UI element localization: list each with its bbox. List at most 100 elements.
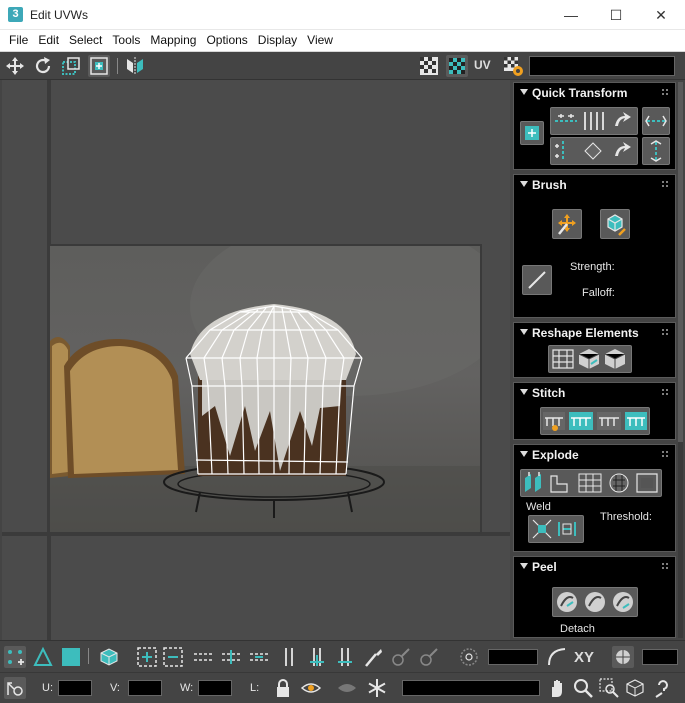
menu-options[interactable]: Options xyxy=(201,30,252,51)
v-field[interactable] xyxy=(128,680,162,696)
falloff-type-icon[interactable] xyxy=(546,646,568,668)
face-select-icon[interactable] xyxy=(60,646,82,668)
explode-title: Explode xyxy=(532,448,579,462)
hide-icon[interactable] xyxy=(300,677,322,699)
reshape-elements-header[interactable]: Reshape Elements xyxy=(514,323,675,343)
reshape-icons xyxy=(552,349,626,369)
stitch-buttons-group[interactable] xyxy=(540,407,650,435)
falloff-value-field[interactable] xyxy=(488,649,538,665)
freeform-icon[interactable] xyxy=(88,55,110,77)
rotate-icon[interactable] xyxy=(32,55,54,77)
brush-header[interactable]: Brush xyxy=(514,175,675,195)
mirror-icon[interactable] xyxy=(124,55,146,77)
zoom-region-icon[interactable] xyxy=(598,677,620,699)
maximize-button[interactable]: ☐ xyxy=(593,3,639,27)
menu-tools[interactable]: Tools xyxy=(107,30,145,51)
minimize-button[interactable]: — xyxy=(548,3,594,27)
checker-icon[interactable] xyxy=(418,55,440,77)
peel-buttons-group[interactable] xyxy=(552,587,638,617)
reshape-buttons-group[interactable] xyxy=(548,345,632,373)
collapse-arrow-icon xyxy=(520,563,528,569)
menu-display[interactable]: Display xyxy=(253,30,302,51)
close-button[interactable]: ✕ xyxy=(638,3,684,27)
relax-brush-button[interactable] xyxy=(600,209,630,239)
relax-brush-icon xyxy=(607,214,626,236)
menu-bar: File Edit Select Tools Mapping Options D… xyxy=(0,30,685,52)
app-icon: 3 xyxy=(8,7,23,22)
selection-filter-field[interactable] xyxy=(402,680,540,696)
uv-label: UV xyxy=(474,58,491,72)
menu-view[interactable]: View xyxy=(302,30,338,51)
grip-icon xyxy=(661,388,669,396)
edge-distance-field[interactable] xyxy=(642,649,678,665)
ring-select-icon[interactable] xyxy=(278,646,300,668)
paint-move-icon xyxy=(558,214,576,235)
stitch-title: Stitch xyxy=(532,386,566,400)
stitch-header[interactable]: Stitch xyxy=(514,383,675,403)
loop-shrink-icon[interactable] xyxy=(248,646,270,668)
unhide-icon[interactable] xyxy=(336,677,358,699)
shrink-selection-icon[interactable] xyxy=(162,646,184,668)
weld-icons xyxy=(532,519,576,539)
uv-viewport[interactable] xyxy=(2,80,510,640)
loop-select-icon[interactable] xyxy=(192,646,214,668)
brush-rollout: Brush Strength: Falloff: xyxy=(513,174,676,318)
paint-select-shrink-icon[interactable] xyxy=(418,646,440,668)
grow-selection-icon[interactable] xyxy=(136,646,158,668)
pan-hand-icon[interactable] xyxy=(546,677,568,699)
weld-label: Weld xyxy=(526,501,551,513)
ring-grow-icon[interactable] xyxy=(306,646,328,668)
align-horizontal-button[interactable] xyxy=(550,107,638,135)
zoom-extents-icon[interactable] xyxy=(624,677,646,699)
toolbar-separator xyxy=(88,648,89,664)
paint-move-button[interactable] xyxy=(552,209,582,239)
paint-select-grow-icon[interactable] xyxy=(390,646,412,668)
top-right-field[interactable] xyxy=(529,56,675,76)
xy-label[interactable]: XY xyxy=(574,649,594,666)
checker-pattern-icon[interactable] xyxy=(446,55,468,77)
soft-selection-icon[interactable] xyxy=(458,646,480,668)
window-title: Edit UVWs xyxy=(30,8,89,22)
weld-buttons-group[interactable] xyxy=(528,515,584,543)
collapse-arrow-icon xyxy=(520,181,528,187)
w-label: W: xyxy=(180,682,194,694)
align-vertical-button[interactable] xyxy=(550,137,638,165)
space-horizontal-button[interactable] xyxy=(642,107,670,135)
brush-falloff-button[interactable] xyxy=(522,265,552,295)
zoom-icon[interactable] xyxy=(572,677,594,699)
explode-buttons-group[interactable] xyxy=(520,469,662,497)
ring-shrink-icon[interactable] xyxy=(334,646,356,668)
w-field[interactable] xyxy=(198,680,232,696)
uv-settings-icon[interactable] xyxy=(502,55,524,77)
grip-icon xyxy=(661,328,669,336)
explode-header[interactable]: Explode xyxy=(514,445,675,465)
brush-title: Brush xyxy=(532,178,567,192)
collapse-arrow-icon xyxy=(520,329,528,335)
loop-grow-icon[interactable] xyxy=(220,646,242,668)
menu-file[interactable]: File xyxy=(4,30,33,51)
u-label: U: xyxy=(42,682,53,694)
vertex-select-icon[interactable] xyxy=(4,646,26,668)
absolute-offset-icon[interactable] xyxy=(4,677,26,699)
falloff-space-icon[interactable] xyxy=(612,646,634,668)
scale-icon[interactable] xyxy=(60,55,82,77)
panel-scrollbar[interactable] xyxy=(678,82,683,638)
space-vertical-button[interactable] xyxy=(642,137,670,165)
freeze-icon[interactable] xyxy=(366,677,388,699)
quick-transform-header[interactable]: Quick Transform xyxy=(514,83,675,103)
lock-icon[interactable] xyxy=(272,677,294,699)
menu-mapping[interactable]: Mapping xyxy=(145,30,201,51)
align-to-center-button[interactable] xyxy=(520,121,544,145)
paint-select-icon[interactable] xyxy=(362,646,384,668)
move-icon[interactable] xyxy=(4,55,26,77)
peel-header[interactable]: Peel xyxy=(514,557,675,577)
grip-icon xyxy=(661,88,669,96)
panel-scroll-thumb[interactable] xyxy=(678,82,683,442)
element-select-icon[interactable] xyxy=(98,646,120,668)
edge-select-icon[interactable] xyxy=(32,646,54,668)
u-field[interactable] xyxy=(58,680,92,696)
menu-edit[interactable]: Edit xyxy=(33,30,64,51)
help-icon[interactable] xyxy=(652,677,674,699)
menu-select[interactable]: Select xyxy=(64,30,107,51)
peel-title: Peel xyxy=(532,560,557,574)
